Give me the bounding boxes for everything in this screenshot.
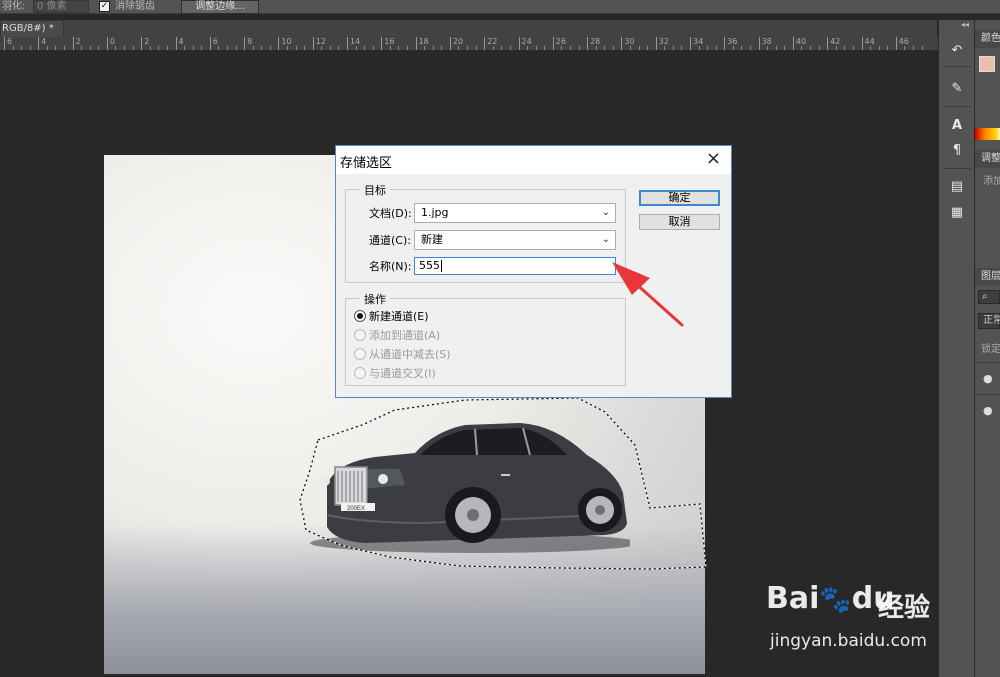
baidu-watermark: Bai🐾du 经验 jingyan.baidu.com xyxy=(762,575,992,655)
watermark-brand: Bai🐾du xyxy=(766,581,895,616)
watermark-product: 经验 xyxy=(878,593,931,623)
watermark-url: jingyan.baidu.com xyxy=(770,631,927,651)
